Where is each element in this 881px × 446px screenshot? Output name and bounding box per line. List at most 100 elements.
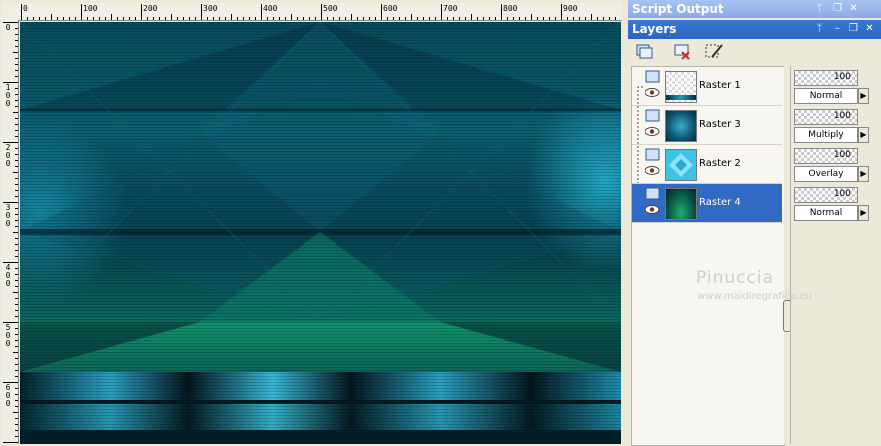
- vertical-ruler: 0 1 0 0 2 0 0 3 0 0 4 0 0 5 0 0 6 0 0: [2, 20, 19, 444]
- ruler-tick: [567, 17, 568, 20]
- blend-mode-select[interactable]: Normal: [794, 88, 858, 104]
- ruler-tick: [15, 334, 18, 335]
- visibility-eye-icon[interactable]: [645, 127, 660, 136]
- ruler-tick: [339, 17, 340, 20]
- ruler-tick: [273, 17, 274, 20]
- ruler-tick: [15, 304, 18, 305]
- close-icon[interactable]: ✕: [864, 23, 875, 34]
- edit-selection-icon[interactable]: [704, 41, 724, 61]
- layer-row-raster-3[interactable]: Raster 3: [632, 106, 782, 145]
- layer-props-raster-2: 100 Overlay ▶: [794, 148, 881, 184]
- ruler-label: 3 0 0: [5, 203, 11, 228]
- ruler-tick: [15, 100, 18, 101]
- ruler-tick: [267, 17, 268, 20]
- layers-titlebar[interactable]: Layers ᛘ – ❐ ✕: [628, 20, 881, 39]
- blend-mode-select[interactable]: Normal: [794, 205, 858, 221]
- ruler-tick: [15, 250, 18, 251]
- ruler-tick: [15, 214, 18, 215]
- layer-list: Raster 1 Raster 3 Raster 2 Raster 4: [631, 66, 785, 446]
- restore-icon[interactable]: ❐: [832, 3, 843, 14]
- ruler-tick: [459, 17, 460, 20]
- ruler-tick: [573, 17, 574, 20]
- ruler-tick: [537, 17, 538, 20]
- layer-row-raster-4[interactable]: Raster 4: [632, 184, 782, 223]
- ruler-tick: [75, 17, 76, 20]
- blend-arrow-icon[interactable]: ▶: [858, 127, 869, 143]
- ruler-tick: [123, 17, 124, 20]
- layer-row-raster-1[interactable]: Raster 1: [632, 67, 782, 106]
- ruler-tick: [15, 94, 18, 95]
- ruler-tick: [225, 17, 226, 20]
- ruler-tick: [27, 17, 28, 20]
- layer-thumbnail: [665, 71, 697, 103]
- ruler-tick: [15, 340, 18, 341]
- ruler-tick: [393, 17, 394, 20]
- blend-mode-select[interactable]: Overlay: [794, 166, 858, 182]
- visibility-eye-icon[interactable]: [645, 166, 660, 175]
- ruler-tick: [555, 17, 556, 20]
- ruler-tick: [15, 376, 18, 377]
- ruler-tick: [237, 17, 238, 20]
- ruler-tick: [309, 17, 310, 20]
- ruler-tick: [15, 394, 18, 395]
- ruler-tick: [129, 17, 130, 20]
- ruler-tick: [291, 14, 292, 20]
- ruler-tick: [13, 52, 18, 53]
- ruler-tick: [15, 370, 18, 371]
- blend-arrow-icon[interactable]: ▶: [858, 88, 869, 104]
- new-layer-icon[interactable]: [634, 41, 654, 61]
- visibility-eye-icon[interactable]: [645, 88, 660, 97]
- ruler-tick: [441, 4, 442, 20]
- opacity-field[interactable]: 100: [794, 109, 858, 125]
- ruler-tick: [15, 154, 18, 155]
- ruler-tick: [489, 17, 490, 20]
- ruler-tick: [15, 388, 18, 389]
- delete-layer-icon[interactable]: [672, 41, 692, 61]
- watermark-url: www.maidiregrafica.eu: [697, 291, 812, 302]
- ruler-label: 600: [383, 4, 398, 13]
- ruler-tick: [15, 58, 18, 59]
- ruler-tick: [201, 4, 202, 20]
- ruler-tick: [351, 14, 352, 20]
- layer-row-raster-2[interactable]: Raster 2: [632, 145, 782, 184]
- ruler-tick: [13, 352, 18, 353]
- blend-mode-select[interactable]: Multiply: [794, 127, 858, 143]
- ruler-tick: [15, 148, 18, 149]
- ruler-tick: [111, 14, 112, 20]
- ruler-tick: [165, 17, 166, 20]
- ruler-tick: [435, 17, 436, 20]
- restore-icon[interactable]: ❐: [848, 23, 859, 34]
- opacity-field[interactable]: 100: [794, 148, 858, 164]
- ruler-tick: [33, 17, 34, 20]
- layer-thumbnail: [665, 149, 697, 181]
- ruler-label: 200: [143, 4, 158, 13]
- ruler-tick: [453, 17, 454, 20]
- ruler-tick: [405, 17, 406, 20]
- minimize-icon[interactable]: –: [832, 23, 843, 34]
- blend-arrow-icon[interactable]: ▶: [858, 166, 869, 182]
- ruler-tick: [15, 286, 18, 287]
- ruler-tick: [333, 17, 334, 20]
- ruler-tick: [15, 316, 18, 317]
- ruler-tick: [15, 40, 18, 41]
- layer-thumbnail: [665, 188, 697, 220]
- opacity-field[interactable]: 100: [794, 187, 858, 203]
- ruler-label: 500: [323, 4, 338, 13]
- ruler-tick: [15, 424, 18, 425]
- layer-properties: 100 Normal ▶ 100 Multiply ▶ 100 Overlay …: [790, 66, 881, 444]
- script-output-titlebar[interactable]: Script Output ᛘ ❐ ✕: [628, 0, 881, 18]
- opacity-field[interactable]: 100: [794, 70, 858, 86]
- pin-icon[interactable]: ᛘ: [814, 3, 825, 14]
- blend-arrow-icon[interactable]: ▶: [858, 205, 869, 221]
- image-canvas[interactable]: [20, 22, 621, 444]
- ruler-tick: [249, 17, 250, 20]
- ruler-tick: [231, 14, 232, 20]
- close-icon[interactable]: ✕: [848, 3, 859, 14]
- visibility-eye-icon[interactable]: [645, 205, 660, 214]
- ruler-tick: [609, 17, 610, 20]
- pin-icon[interactable]: ᛘ: [814, 23, 825, 34]
- ruler-tick: [423, 17, 424, 20]
- ruler-label: 700: [443, 4, 458, 13]
- ruler-tick: [69, 17, 70, 20]
- raster-layer-icon: [645, 70, 660, 83]
